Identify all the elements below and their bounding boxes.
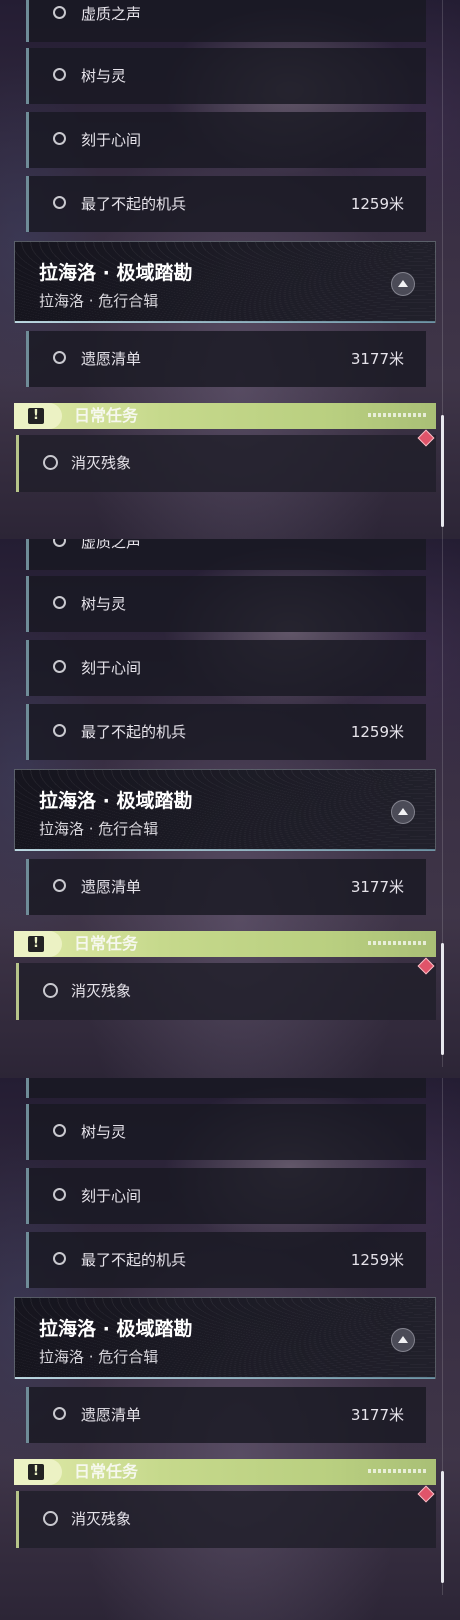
circle-icon [53,879,66,892]
quest-panel-3: 虚质之声 树与灵 刻于心间 最了不起的机兵 1259米 拉海洛 · 极域踏勘 拉… [0,1078,460,1620]
region-header[interactable]: 拉海洛 · 极域踏勘 拉海洛 · 危行合辑 [14,769,436,851]
quest-label: 消灭残象 [71,1510,132,1528]
collapse-arrow-icon [398,280,408,287]
daily-quest-item[interactable]: 消灭残象 [16,435,436,492]
decorative-stripes [368,941,428,945]
quest-item-tree[interactable]: 树与灵 [26,1104,426,1160]
collapse-arrow-icon [398,1336,408,1343]
region-subtitle: 拉海洛 · 危行合辑 [39,1348,159,1366]
region-header[interactable]: 拉海洛 · 极域踏勘 拉海洛 · 危行合辑 [14,1297,436,1379]
circle-icon [53,660,66,673]
quest-item-tree[interactable]: 树与灵 [26,576,426,632]
daily-quest-header[interactable]: ! 日常任务 [14,1459,436,1485]
quest-item-wish[interactable]: 遗愿清单 3177米 [26,859,426,915]
circle-icon [53,196,66,209]
circle-icon [53,1188,66,1201]
quest-item-voice[interactable]: 虚质之声 [26,0,426,42]
circle-icon [53,351,66,364]
alert-icon: ! [14,931,62,957]
quest-distance: 1259米 [350,195,404,213]
quest-panel-2: 虚质之声 树与灵 刻于心间 最了不起的机兵 1259米 拉海洛 · 极域踏勘 拉… [0,539,460,1078]
quest-label: 树与灵 [81,1123,127,1141]
circle-icon [53,596,66,609]
scrollbar[interactable] [441,943,444,1055]
quest-item-heart[interactable]: 刻于心间 [26,1168,426,1224]
quest-item-voice[interactable]: 虚质之声 [26,539,426,570]
decorative-stripes [368,1469,428,1473]
quest-item-mech[interactable]: 最了不起的机兵 1259米 [26,704,426,760]
quest-label: 最了不起的机兵 [81,723,187,741]
scrollbar[interactable] [441,1471,444,1583]
collapse-button[interactable] [391,800,415,824]
daily-title: 日常任务 [74,1462,139,1481]
collapse-button[interactable] [391,272,415,296]
quest-label: 虚质之声 [81,1078,141,1098]
quest-label: 最了不起的机兵 [81,1251,187,1269]
quest-label: 遗愿清单 [81,350,142,368]
daily-quest-header[interactable]: ! 日常任务 [14,403,436,429]
circle-icon [53,1124,66,1137]
scrollbar[interactable] [441,415,444,527]
quest-item-voice[interactable]: 虚质之声 [26,1078,426,1098]
quest-label: 消灭残象 [71,454,132,472]
quest-label: 树与灵 [81,67,127,85]
quest-label: 遗愿清单 [81,878,142,896]
quest-distance: 1259米 [350,1251,404,1269]
header-underline [15,1377,435,1379]
quest-label: 最了不起的机兵 [81,195,187,213]
daily-title: 日常任务 [74,406,139,425]
quest-item-mech[interactable]: 最了不起的机兵 1259米 [26,176,426,232]
circle-icon [43,455,58,470]
header-underline [15,849,435,851]
daily-quest-item[interactable]: 消灭残象 [16,1491,436,1548]
circle-icon [53,539,66,547]
daily-quest-item[interactable]: 消灭残象 [16,963,436,1020]
quest-label: 刻于心间 [81,131,142,149]
collapse-arrow-icon [398,808,408,815]
region-subtitle: 拉海洛 · 危行合辑 [39,292,159,310]
quest-distance: 3177米 [350,878,404,896]
quest-label: 遗愿清单 [81,1406,142,1424]
quest-label: 虚质之声 [81,539,142,551]
quest-label: 树与灵 [81,595,127,613]
circle-icon [53,132,66,145]
circle-icon [43,983,58,998]
quest-item-heart[interactable]: 刻于心间 [26,112,426,168]
quest-item-tree[interactable]: 树与灵 [26,48,426,104]
quest-label: 刻于心间 [81,1187,142,1205]
decorative-stripes [368,413,428,417]
circle-icon [43,1511,58,1526]
region-title: 拉海洛 · 极域踏勘 [39,790,193,812]
header-underline [15,321,435,323]
alert-icon: ! [14,403,62,429]
circle-icon [53,1407,66,1420]
daily-quest-header[interactable]: ! 日常任务 [14,931,436,957]
region-subtitle: 拉海洛 · 危行合辑 [39,820,159,838]
daily-title: 日常任务 [74,934,139,953]
quest-label: 刻于心间 [81,659,142,677]
quest-distance: 3177米 [350,350,404,368]
quest-panel-1: 虚质之声 树与灵 刻于心间 最了不起的机兵 1259米 拉海洛 · 极域踏勘 拉… [0,0,460,539]
quest-distance: 3177米 [350,1406,404,1424]
collapse-button[interactable] [391,1328,415,1352]
circle-icon [53,6,66,19]
quest-distance: 1259米 [350,723,404,741]
circle-icon [53,68,66,81]
circle-icon [53,1252,66,1265]
circle-icon [53,724,66,737]
quest-item-wish[interactable]: 遗愿清单 3177米 [26,1387,426,1443]
region-header[interactable]: 拉海洛 · 极域踏勘 拉海洛 · 危行合辑 [14,241,436,323]
alert-icon: ! [14,1459,62,1485]
quest-item-mech[interactable]: 最了不起的机兵 1259米 [26,1232,426,1288]
quest-label: 消灭残象 [71,982,132,1000]
region-title: 拉海洛 · 极域踏勘 [39,1318,193,1340]
region-title: 拉海洛 · 极域踏勘 [39,262,193,284]
quest-label: 虚质之声 [81,5,142,23]
quest-item-wish[interactable]: 遗愿清单 3177米 [26,331,426,387]
quest-item-heart[interactable]: 刻于心间 [26,640,426,696]
